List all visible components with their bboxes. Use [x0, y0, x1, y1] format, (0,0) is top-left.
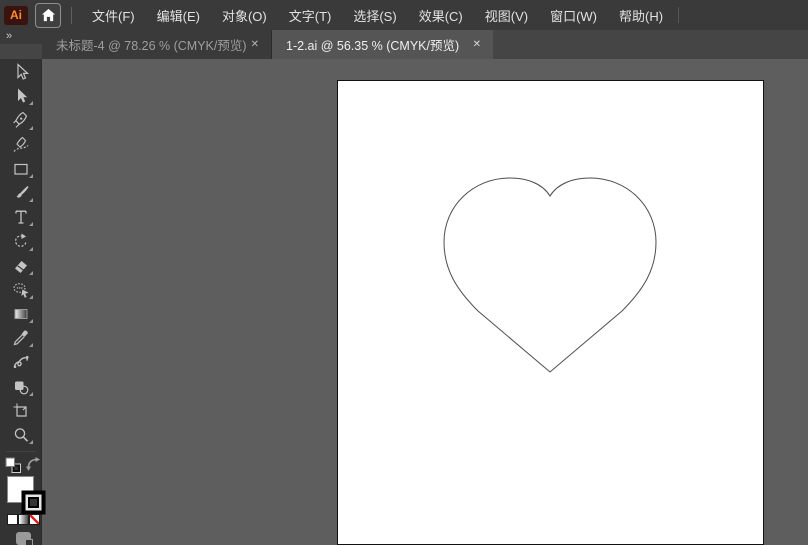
close-icon[interactable]: ✕: [469, 37, 485, 52]
paintbrush-tool[interactable]: [7, 181, 35, 205]
drawing-modes-button[interactable]: [16, 532, 33, 545]
heart-outline-shape: [443, 177, 657, 373]
rectangle-tool[interactable]: [7, 157, 35, 181]
menu-help[interactable]: 帮助(H): [608, 0, 674, 30]
selection-tool[interactable]: [7, 60, 35, 84]
color-button[interactable]: [7, 514, 18, 525]
menu-object[interactable]: 对象(O): [211, 0, 278, 30]
menu-items: 文件(F) 编辑(E) 对象(O) 文字(T) 选择(S) 效果(C) 视图(V…: [81, 0, 674, 30]
selection-arrow-icon: [16, 63, 29, 80]
eyedropper-tool[interactable]: [7, 326, 35, 350]
gradient-button[interactable]: [18, 514, 29, 525]
blend-squiggle-icon: [13, 356, 28, 369]
document-tab-bar: » 未标题-4 @ 78.26 % (CMYK/预览) ✕ 1-2.ai @ 5…: [0, 30, 808, 59]
tab-title: 未标题-4 @ 78.26 % (CMYK/预览): [56, 39, 247, 53]
none-button[interactable]: [29, 514, 40, 525]
direct-selection-tool[interactable]: [7, 84, 35, 108]
canvas-area[interactable]: [42, 59, 808, 545]
zoom-tool[interactable]: [7, 423, 35, 447]
close-icon[interactable]: ✕: [247, 37, 263, 52]
menubar-end-divider: [678, 7, 680, 23]
pen-nib-icon: [12, 112, 27, 129]
toolbar-divider: [5, 451, 36, 452]
tools-panel: [0, 30, 46, 545]
magnifier-icon: [14, 428, 28, 442]
shape-builder-icon: [12, 282, 28, 298]
tab-1-2-ai[interactable]: 1-2.ai @ 56.35 % (CMYK/预览) ✕: [272, 30, 493, 59]
menubar-divider: [71, 6, 72, 24]
tab-untitled-4[interactable]: 未标题-4 @ 78.26 % (CMYK/预览) ✕: [42, 30, 272, 59]
shapes-icon: [14, 381, 28, 394]
menu-effect[interactable]: 效果(C): [408, 0, 474, 30]
home-button[interactable]: [35, 2, 61, 28]
toolbar-collapse-button[interactable]: »: [0, 30, 42, 44]
app-logo-text: Ai: [10, 8, 22, 22]
gradient-swatch-icon: [14, 308, 27, 319]
tool-list: [0, 60, 41, 447]
artboard-icon: [13, 403, 27, 417]
curvature-pen-icon: [13, 136, 28, 152]
menu-edit[interactable]: 编辑(E): [146, 0, 211, 30]
blend-tool[interactable]: [7, 350, 35, 374]
menu-type[interactable]: 文字(T): [278, 0, 343, 30]
swap-arrows-icon: [26, 457, 40, 471]
gradient-tool[interactable]: [7, 302, 35, 326]
menu-select[interactable]: 选择(S): [342, 0, 407, 30]
rotate-tool[interactable]: [7, 229, 35, 253]
color-type-bar: [7, 514, 40, 525]
shape-tools-group[interactable]: [7, 374, 35, 398]
eraser-icon: [14, 260, 27, 273]
artboard-tool[interactable]: [7, 399, 35, 423]
stroke-frame-icon: [21, 490, 46, 515]
shape-builder-tool[interactable]: [7, 278, 35, 302]
paintbrush-icon: [16, 186, 28, 198]
rectangle-icon: [13, 163, 28, 175]
pen-tool[interactable]: [7, 108, 35, 132]
double-chevron-icon: »: [6, 30, 13, 42]
home-icon: [41, 8, 55, 22]
illustrator-window: Ai 文件(F) 编辑(E) 对象(O) 文字(T) 选择(S) 效果(C) 视…: [0, 0, 808, 545]
swap-fill-stroke-button[interactable]: [25, 456, 41, 477]
menu-view[interactable]: 视图(V): [474, 0, 539, 30]
menu-bar: Ai 文件(F) 编辑(E) 对象(O) 文字(T) 选择(S) 效果(C) 视…: [0, 0, 808, 30]
menu-window[interactable]: 窗口(W): [539, 0, 608, 30]
curvature-tool[interactable]: [7, 133, 35, 157]
menu-file[interactable]: 文件(F): [81, 0, 146, 30]
type-tool[interactable]: [7, 205, 35, 229]
type-T-icon: [14, 210, 27, 224]
default-swatches-icon: [5, 457, 21, 473]
artboard[interactable]: [337, 80, 764, 545]
stroke-color-swatch[interactable]: [21, 490, 46, 515]
direct-selection-arrow-icon: [17, 88, 27, 103]
color-controls: [0, 454, 46, 545]
eraser-tool[interactable]: [7, 254, 35, 278]
app-logo[interactable]: Ai: [4, 5, 28, 25]
rotate-arrow-icon: [14, 233, 26, 248]
tab-title: 1-2.ai @ 56.35 % (CMYK/预览): [286, 39, 460, 53]
eyedropper-icon: [13, 330, 28, 346]
